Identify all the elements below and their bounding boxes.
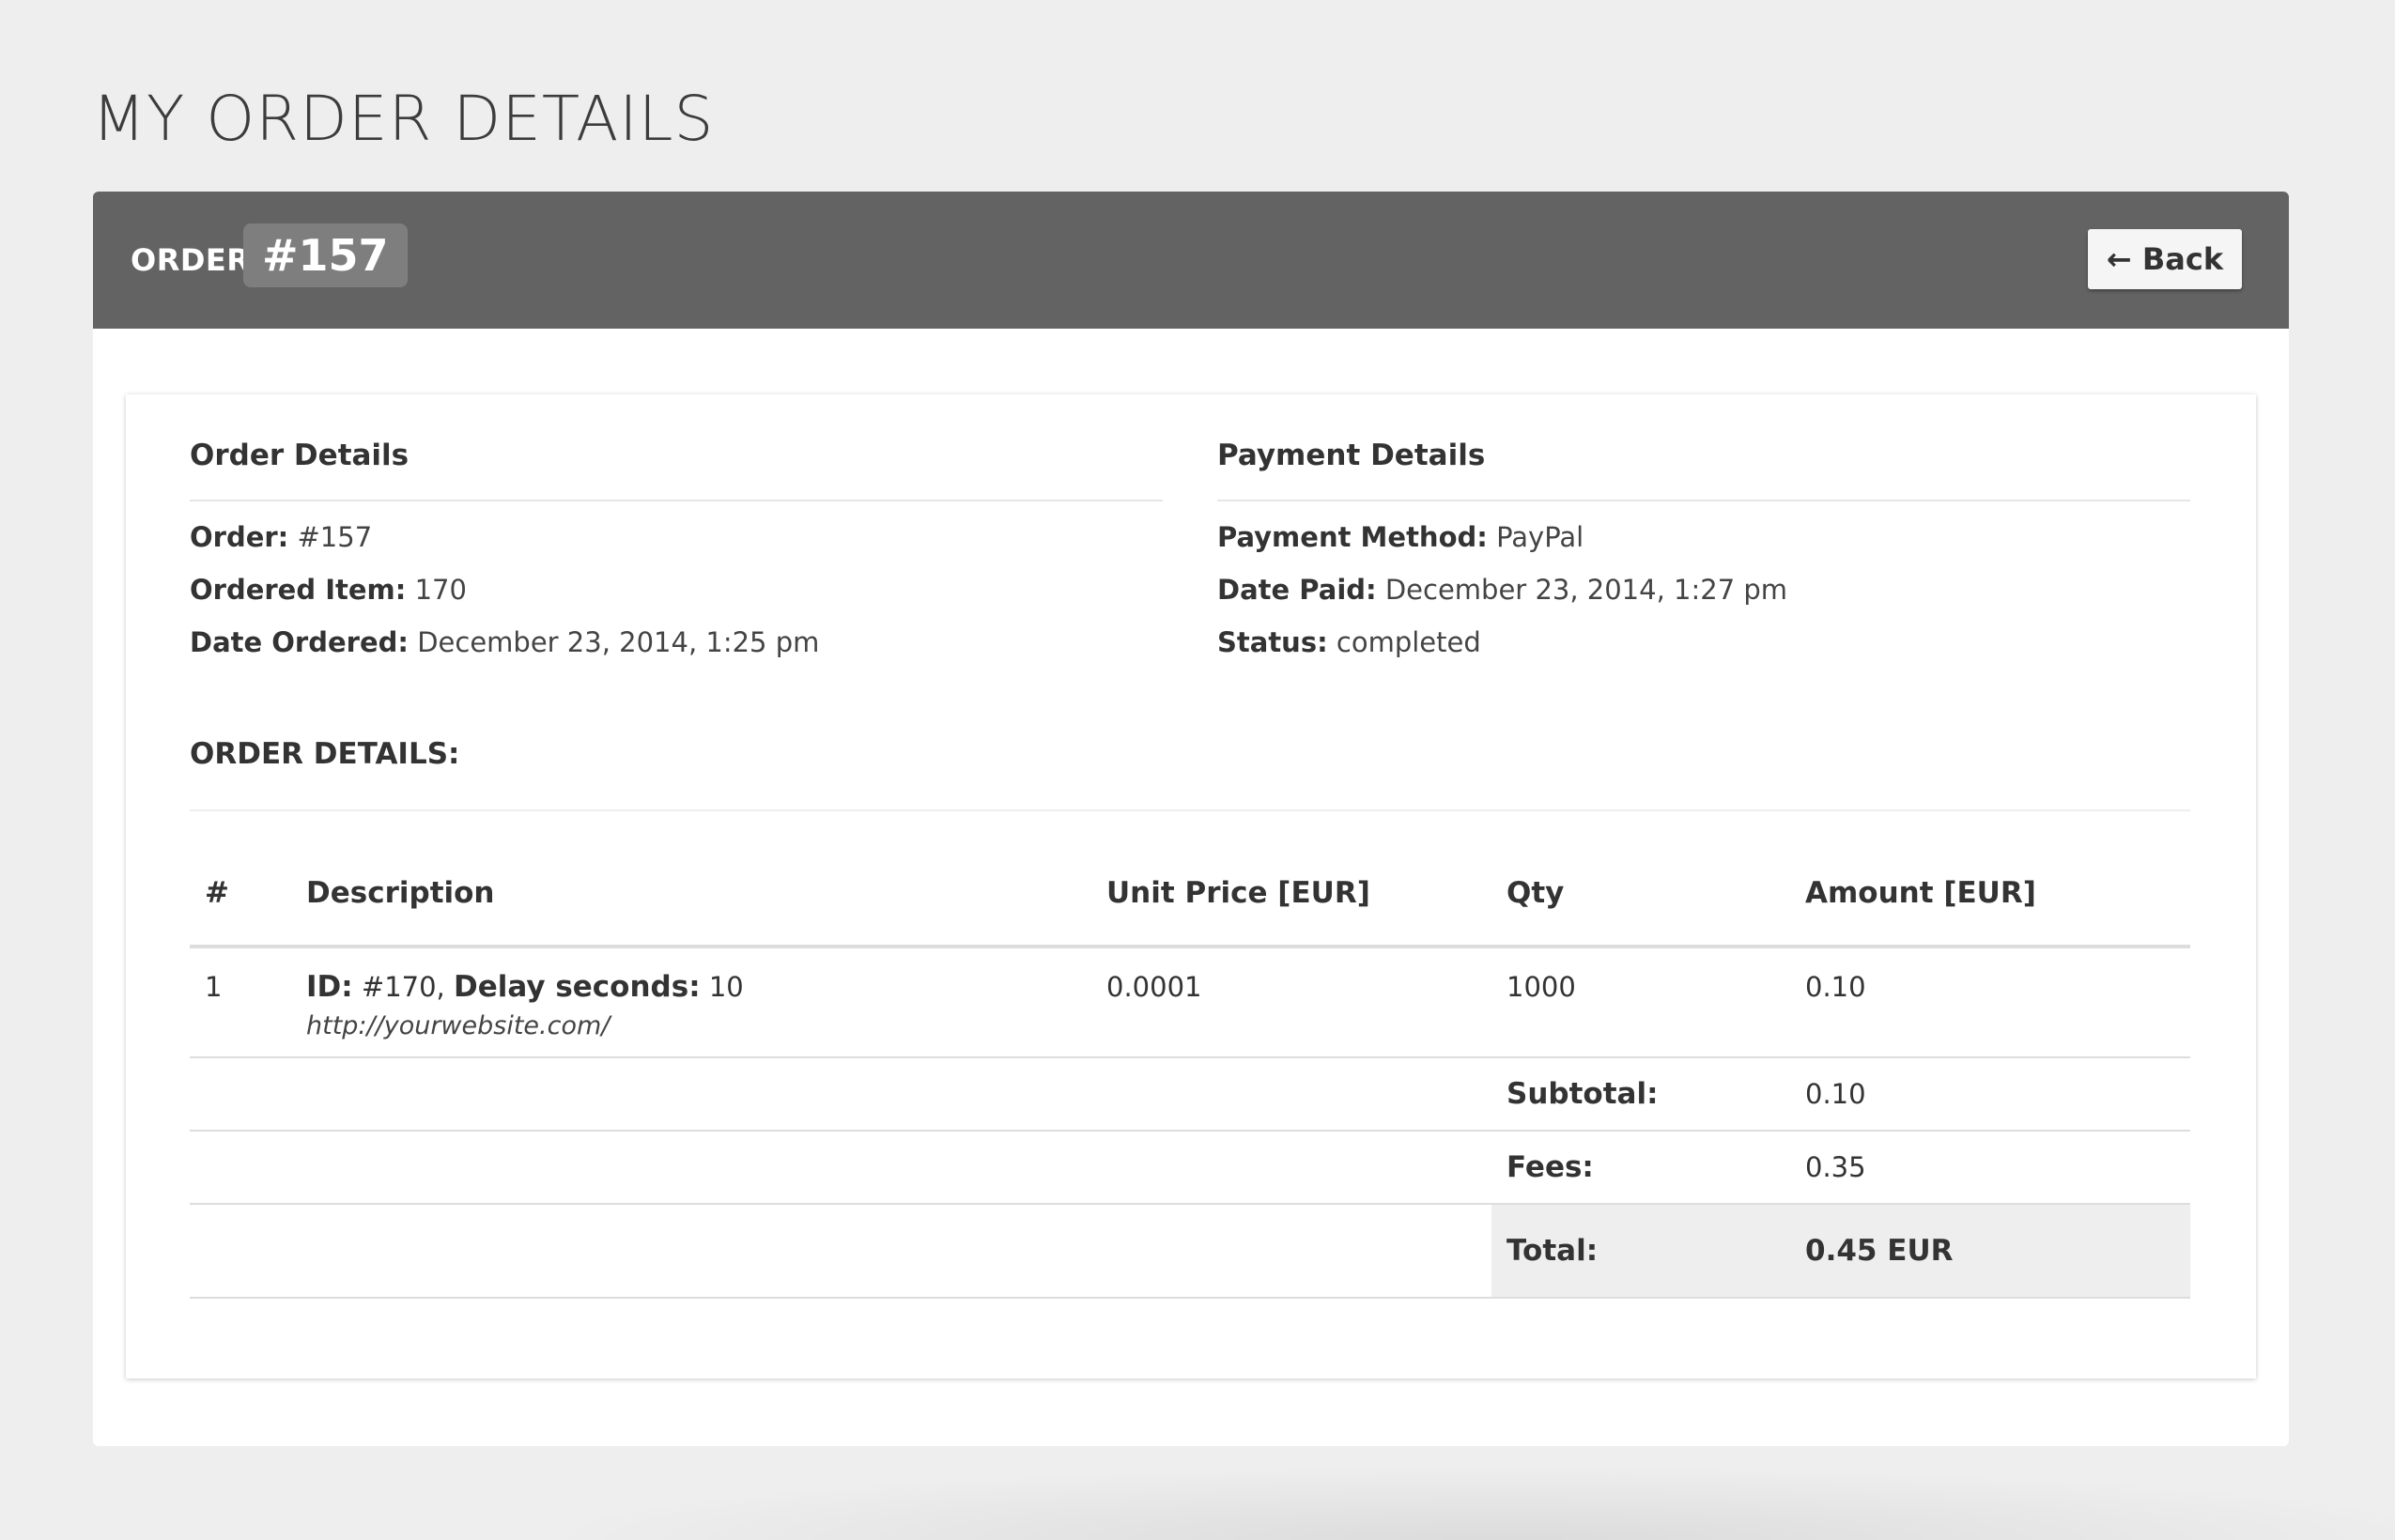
item-title: ID: #170, Delay seconds: 10 (306, 967, 1091, 1007)
item-unit-price: 0.0001 (1091, 947, 1491, 1058)
date-ordered-row: Date Ordered: December 23, 2014, 1:25 pm (190, 616, 1163, 669)
item-url: http://yourwebsite.com/ (306, 1011, 610, 1040)
payment-method-row: Payment Method: PayPal (1217, 511, 2190, 563)
item-delay-value: 10 (708, 971, 744, 1003)
date-paid-row: Date Paid: December 23, 2014, 1:27 pm (1217, 563, 2190, 616)
page-title: MY ORDER DETAILS (92, 83, 715, 155)
info-label: Payment Method: (1217, 521, 1488, 553)
item-id-label: ID: (306, 970, 353, 1004)
status-row: Status: completed (1217, 616, 2190, 669)
fees-row: Fees: 0.35 (190, 1131, 2190, 1205)
payment-details-section: Payment Details Payment Method: PayPal D… (1217, 432, 2190, 669)
order-details-title: Order Details (190, 432, 1163, 501)
info-value: December 23, 2014, 1:27 pm (1384, 574, 1788, 606)
item-number: 1 (190, 947, 291, 1058)
order-items-table: # Description Unit Price [EUR] Qty Amoun… (190, 841, 2190, 1299)
order-header: ORDER #157 ← Back (93, 192, 2289, 329)
item-delay-label: Delay seconds: (453, 970, 701, 1004)
ordered-item-row: Ordered Item: 170 (190, 563, 1163, 616)
fees-label: Fees: (1491, 1131, 1790, 1205)
order-number-badge: #157 (243, 223, 408, 287)
info-label: Date Ordered: (190, 626, 409, 658)
order-number-row: Order: #157 (190, 511, 1163, 563)
total-label: Total: (1491, 1204, 1790, 1299)
info-value: #157 (297, 521, 373, 553)
subtotal-row: Subtotal: 0.10 (190, 1057, 2190, 1132)
info-value: PayPal (1496, 521, 1584, 553)
item-description: ID: #170, Delay seconds: 10 http://yourw… (291, 947, 1091, 1058)
order-label: ORDER (131, 242, 251, 278)
column-header-amount: Amount [EUR] (1790, 841, 2190, 948)
item-amount: 0.10 (1790, 947, 2190, 1058)
table-row: 1 ID: #170, Delay seconds: 10 http://you… (190, 947, 2190, 1058)
items-heading: ORDER DETAILS: (190, 731, 2190, 811)
fees-value: 0.35 (1790, 1131, 2190, 1205)
item-id-value: #170, (361, 971, 445, 1003)
status-value: completed (1336, 626, 1481, 658)
order-panel: ORDER #157 ← Back Order Details Order: #… (93, 192, 2289, 1446)
total-value: 0.45 EUR (1790, 1204, 2190, 1299)
column-header-number: # (190, 841, 291, 948)
total-row: Total: 0.45 EUR (190, 1204, 2190, 1299)
column-header-unit-price: Unit Price [EUR] (1091, 841, 1491, 948)
column-header-qty: Qty (1491, 841, 1790, 948)
subtotal-value: 0.10 (1790, 1057, 2190, 1132)
column-header-description: Description (291, 841, 1091, 948)
info-value: December 23, 2014, 1:25 pm (417, 626, 820, 658)
payment-details-title: Payment Details (1217, 432, 2190, 501)
subtotal-label: Subtotal: (1491, 1057, 1790, 1132)
item-qty: 1000 (1491, 947, 1790, 1058)
info-label: Ordered Item: (190, 574, 407, 606)
order-card: Order Details Order: #157 Ordered Item: … (126, 394, 2256, 1378)
back-button[interactable]: ← Back (2088, 229, 2242, 289)
info-label: Date Paid: (1217, 574, 1377, 606)
bottom-shadow (517, 1465, 2395, 1540)
order-details-section: Order Details Order: #157 Ordered Item: … (190, 432, 1163, 669)
table-header-row: # Description Unit Price [EUR] Qty Amoun… (190, 841, 2190, 948)
info-label: Order: (190, 521, 289, 553)
info-label: Status: (1217, 626, 1328, 658)
info-value: 170 (414, 574, 467, 606)
